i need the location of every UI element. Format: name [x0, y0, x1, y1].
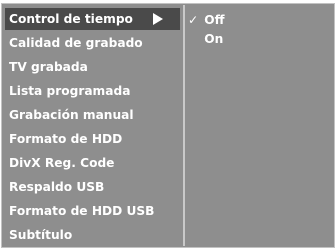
menu-item-label: Formato de HDD — [9, 132, 123, 146]
menu-divider — [183, 5, 185, 246]
settings-panel: Control de tiempo Calidad de grabado TV … — [1, 3, 335, 248]
option-off[interactable]: ✓ Off — [188, 11, 224, 29]
menu-item-control-de-tiempo[interactable]: Control de tiempo — [5, 8, 180, 30]
menu-item-label: Respaldo USB — [9, 180, 105, 194]
menu-item-label: Lista programada — [9, 84, 131, 98]
menu-item-label: DivX Reg. Code — [9, 156, 115, 170]
menu-item-formato-de-hdd-usb[interactable]: Formato de HDD USB — [5, 200, 180, 222]
option-label: Off — [204, 13, 225, 27]
menu-item-lista-programada[interactable]: Lista programada — [5, 80, 180, 102]
menu-item-respaldo-usb[interactable]: Respaldo USB — [5, 176, 180, 198]
menu-item-label: Formato de HDD USB — [9, 204, 155, 218]
menu-item-subtitulo[interactable]: Subtítulo — [5, 224, 180, 246]
submenu-options: ✓ Off On — [188, 11, 328, 71]
menu-item-label: Subtítulo — [9, 228, 73, 242]
triangle-right-icon — [153, 13, 163, 25]
menu-item-divx-reg-code[interactable]: DivX Reg. Code — [5, 152, 180, 174]
menu-item-calidad-de-grabado[interactable]: Calidad de grabado — [5, 32, 180, 54]
menu-item-label: Grabación manual — [9, 108, 134, 122]
menu-item-tv-grabada[interactable]: TV grabada — [5, 56, 180, 78]
menu-item-label: Control de tiempo — [9, 12, 133, 26]
checkmark-icon: ✓ — [188, 13, 199, 27]
menu-item-label: TV grabada — [9, 60, 88, 74]
menu-item-label: Calidad de grabado — [9, 36, 143, 50]
option-on[interactable]: On — [188, 30, 223, 48]
settings-menu: Control de tiempo Calidad de grabado TV … — [5, 8, 180, 246]
option-label: On — [204, 32, 224, 46]
menu-item-grabacion-manual[interactable]: Grabación manual — [5, 104, 180, 126]
menu-item-formato-de-hdd[interactable]: Formato de HDD — [5, 128, 180, 150]
